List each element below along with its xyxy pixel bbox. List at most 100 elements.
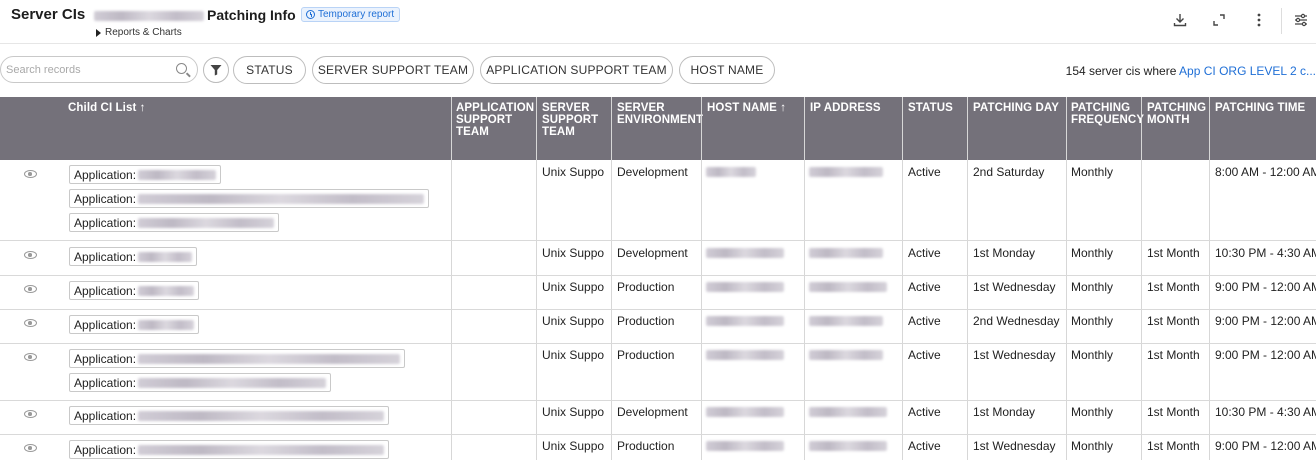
patching-month-cell: 1st Month bbox=[1147, 246, 1200, 260]
redacted-host-name bbox=[706, 282, 784, 292]
redacted-ip-address bbox=[809, 167, 883, 177]
column-divider bbox=[804, 97, 805, 460]
child-ci-prefix: Application: bbox=[74, 249, 137, 264]
filter-condition-link[interactable]: App CI ORG LEVEL 2 c... bbox=[1179, 64, 1316, 78]
search-icon[interactable] bbox=[176, 63, 187, 74]
patching-day-cell: 2nd Wednesday bbox=[973, 314, 1060, 328]
expand-icon[interactable] bbox=[1210, 11, 1228, 29]
redacted-ip-address bbox=[809, 441, 887, 451]
status-cell: Active bbox=[908, 280, 941, 294]
preview-eye-icon[interactable] bbox=[24, 251, 37, 259]
column-divider bbox=[902, 97, 903, 460]
col-header-line: TEAM bbox=[542, 126, 575, 138]
filter-pill-status[interactable]: STATUS bbox=[233, 56, 306, 84]
patching-frequency-cell: Monthly bbox=[1071, 405, 1114, 419]
settings-sliders-icon[interactable] bbox=[1292, 11, 1310, 29]
col-header-ip-address[interactable]: IP ADDRESS bbox=[810, 102, 881, 114]
filter-button[interactable] bbox=[203, 57, 229, 83]
preview-eye-icon[interactable] bbox=[24, 410, 37, 418]
col-header-patching-day[interactable]: PATCHING DAY bbox=[973, 102, 1059, 114]
report-name[interactable]: Patching Info bbox=[94, 7, 296, 23]
server-support-team-cell: Unix Suppo bbox=[542, 348, 605, 362]
reports-charts-label: Reports & Charts bbox=[105, 27, 182, 38]
col-header-patching-time[interactable]: PATCHING TIME bbox=[1215, 102, 1305, 114]
patching-day-cell: 1st Monday bbox=[973, 405, 1036, 419]
record-count: 154 server cis where bbox=[1065, 64, 1177, 78]
col-header-line: SERVER bbox=[617, 102, 665, 114]
child-ci-prefix: Application: bbox=[74, 408, 137, 423]
preview-eye-icon[interactable] bbox=[24, 353, 37, 361]
server-environment-cell: Development bbox=[617, 165, 688, 179]
preview-eye-icon[interactable] bbox=[24, 444, 37, 452]
funnel-icon bbox=[210, 65, 222, 76]
caret-right-icon bbox=[96, 28, 101, 37]
col-header-application-support-team[interactable]: APPLICATION SUPPORT TEAM bbox=[456, 102, 534, 138]
temporary-report-badge: Temporary report bbox=[301, 7, 401, 22]
child-ci-chip[interactable]: Application: bbox=[69, 349, 406, 368]
filter-pill-server-support-team[interactable]: SERVER SUPPORT TEAM bbox=[312, 56, 474, 84]
child-ci-chip[interactable]: Application: bbox=[69, 165, 222, 184]
redacted-host-name bbox=[706, 350, 784, 360]
search-box[interactable] bbox=[0, 56, 198, 83]
child-ci-chip[interactable]: Application: bbox=[69, 315, 200, 334]
child-ci-chip[interactable]: Application: bbox=[69, 189, 430, 208]
patching-day-cell: 1st Wednesday bbox=[973, 348, 1056, 362]
preview-eye-icon[interactable] bbox=[24, 319, 37, 327]
col-header-line: SUPPORT bbox=[542, 114, 599, 126]
child-ci-chip[interactable]: Application: bbox=[69, 406, 390, 425]
server-support-team-cell: Unix Suppo bbox=[542, 405, 605, 419]
col-header-line: SUPPORT bbox=[456, 114, 513, 126]
more-vert-icon[interactable] bbox=[1250, 11, 1268, 29]
redacted-ip-address bbox=[809, 282, 887, 292]
patching-frequency-cell: Monthly bbox=[1071, 165, 1114, 179]
server-environment-cell: Development bbox=[617, 246, 688, 260]
col-header-host-name[interactable]: HOST NAME ↑ bbox=[707, 102, 786, 114]
redacted-ip-address bbox=[809, 350, 883, 360]
col-header-server-environment[interactable]: SERVER ENVIRONMENT bbox=[617, 102, 703, 126]
patching-day-cell: 1st Wednesday bbox=[973, 280, 1056, 294]
download-icon[interactable] bbox=[1171, 11, 1189, 29]
reports-charts-toggle[interactable]: Reports & Charts bbox=[96, 27, 182, 38]
child-ci-prefix: Application: bbox=[74, 191, 137, 206]
col-header-patching-frequency[interactable]: PATCHING FREQUENCY bbox=[1071, 102, 1144, 126]
child-ci-prefix: Application: bbox=[74, 442, 137, 457]
search-input[interactable] bbox=[6, 63, 166, 76]
child-ci-chip[interactable]: Application: bbox=[69, 213, 280, 232]
report-name-label: Patching Info bbox=[207, 7, 296, 23]
child-ci-chip[interactable]: Application: bbox=[69, 247, 198, 266]
status-cell: Active bbox=[908, 405, 941, 419]
filter-pill-host-name[interactable]: HOST NAME bbox=[679, 56, 775, 84]
patching-frequency-cell: Monthly bbox=[1071, 314, 1114, 328]
preview-eye-icon[interactable] bbox=[24, 170, 37, 178]
patching-time-cell: 9:00 PM - 12:00 AM bbox=[1215, 314, 1316, 328]
preview-eye-icon[interactable] bbox=[24, 285, 37, 293]
col-header-child-ci-list[interactable]: Child CI List ↑ bbox=[68, 102, 146, 114]
redacted-ip-address bbox=[809, 248, 883, 258]
redacted-host-name bbox=[706, 441, 784, 451]
status-cell: Active bbox=[908, 314, 941, 328]
child-ci-chip[interactable]: Application: bbox=[69, 440, 390, 459]
col-header-line: APPLICATION bbox=[456, 102, 535, 114]
patching-time-cell: 10:30 PM - 4:30 AM bbox=[1215, 405, 1316, 419]
filter-pill-application-support-team[interactable]: APPLICATION SUPPORT TEAM bbox=[480, 56, 673, 84]
patching-day-cell: 2nd Saturday bbox=[973, 165, 1045, 179]
column-divider bbox=[611, 97, 612, 460]
redacted-ci-name bbox=[138, 444, 385, 455]
col-header-line: MONTH bbox=[1147, 114, 1190, 126]
col-header-server-support-team[interactable]: SERVER SUPPORT TEAM bbox=[542, 102, 598, 138]
server-environment-cell: Production bbox=[617, 314, 675, 328]
col-header-patching-month[interactable]: PATCHING MONTH bbox=[1147, 102, 1206, 126]
patching-month-cell: 1st Month bbox=[1147, 314, 1200, 328]
col-header-status[interactable]: STATUS bbox=[908, 102, 953, 114]
column-divider bbox=[1209, 97, 1210, 460]
child-ci-chip[interactable]: Application: bbox=[69, 373, 332, 392]
temporary-report-label: Temporary report bbox=[318, 9, 395, 20]
child-ci-chip[interactable]: Application: bbox=[69, 281, 200, 300]
redacted-ci-name bbox=[138, 217, 275, 228]
status-cell: Active bbox=[908, 165, 941, 179]
redacted-host-name bbox=[706, 407, 784, 417]
col-header-line: ENVIRONMENT bbox=[617, 114, 704, 126]
column-divider bbox=[701, 97, 702, 460]
row-divider bbox=[0, 343, 1316, 344]
col-header-line: PATCHING bbox=[1147, 102, 1207, 114]
